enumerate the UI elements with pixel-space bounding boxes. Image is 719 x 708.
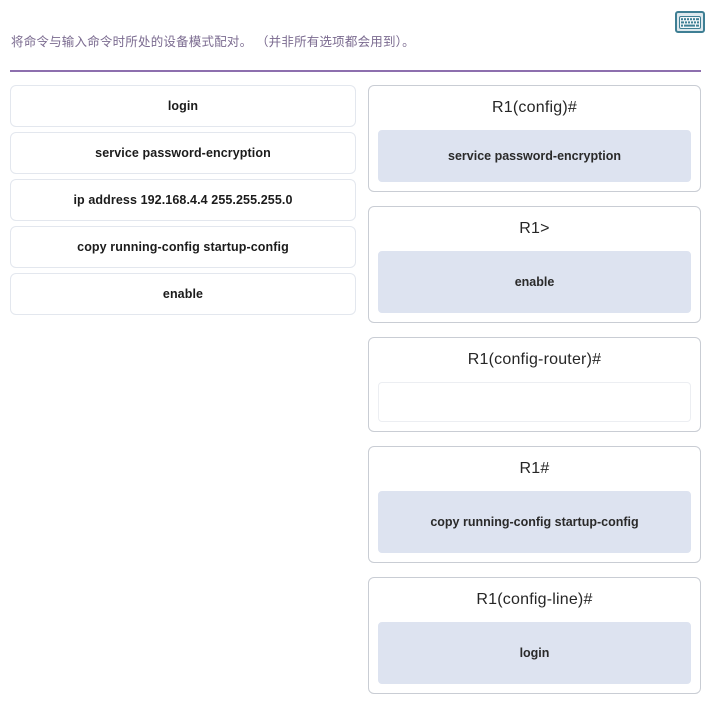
mode-dropzone[interactable]: login bbox=[378, 622, 691, 684]
mode-card-config: R1(config)# service password-encryption bbox=[368, 85, 701, 192]
command-chip-label: copy running-config startup-config bbox=[77, 240, 289, 254]
mode-prompt-label: R1(config-router)# bbox=[467, 351, 602, 368]
mode-dropzone[interactable]: service password-encryption bbox=[378, 130, 691, 182]
command-chip-label: service password-encryption bbox=[95, 146, 271, 160]
mode-dropzone[interactable] bbox=[378, 382, 691, 422]
mode-prompt-label: R1(config)# bbox=[492, 99, 577, 116]
instruction-text: 将命令与输入命令时所处的设备模式配对。 （并非所有选项都会用到）。 bbox=[11, 35, 415, 49]
mode-target-list: R1(config)# service password-encryption … bbox=[368, 85, 701, 708]
command-chip-service-password-encryption[interactable]: service password-encryption bbox=[10, 132, 356, 174]
mode-card-user-exec: R1> enable bbox=[368, 206, 701, 323]
mode-prompt-label: R1(config-line)# bbox=[476, 591, 593, 608]
command-chip-label: login bbox=[167, 99, 199, 113]
keyboard-icon[interactable] bbox=[675, 11, 705, 33]
mode-dropzone[interactable]: copy running-config startup-config bbox=[378, 491, 691, 553]
command-chip-label: enable bbox=[162, 287, 204, 301]
command-chip-label: ip address 192.168.4.4 255.255.255.0 bbox=[73, 193, 293, 207]
mode-prompt-label: R1# bbox=[519, 460, 550, 477]
command-chip-ip-address[interactable]: ip address 192.168.4.4 255.255.255.0 bbox=[10, 179, 356, 221]
mode-card-config-router: R1(config-router)# bbox=[368, 337, 701, 432]
mode-prompt-label: R1> bbox=[519, 220, 550, 237]
mode-dropzone[interactable]: enable bbox=[378, 251, 691, 313]
command-bank: login service password-encryption ip add… bbox=[10, 85, 356, 320]
page-header: 将命令与输入命令时所处的设备模式配对。 （并非所有选项都会用到）。 bbox=[0, 0, 719, 72]
mode-card-config-line: R1(config-line)# login bbox=[368, 577, 701, 694]
command-chip-copy-running-config[interactable]: copy running-config startup-config bbox=[10, 226, 356, 268]
mode-card-privileged-exec: R1# copy running-config startup-config bbox=[368, 446, 701, 563]
command-chip-enable[interactable]: enable bbox=[10, 273, 356, 315]
command-chip-login[interactable]: login bbox=[10, 85, 356, 127]
section-divider bbox=[10, 70, 701, 72]
